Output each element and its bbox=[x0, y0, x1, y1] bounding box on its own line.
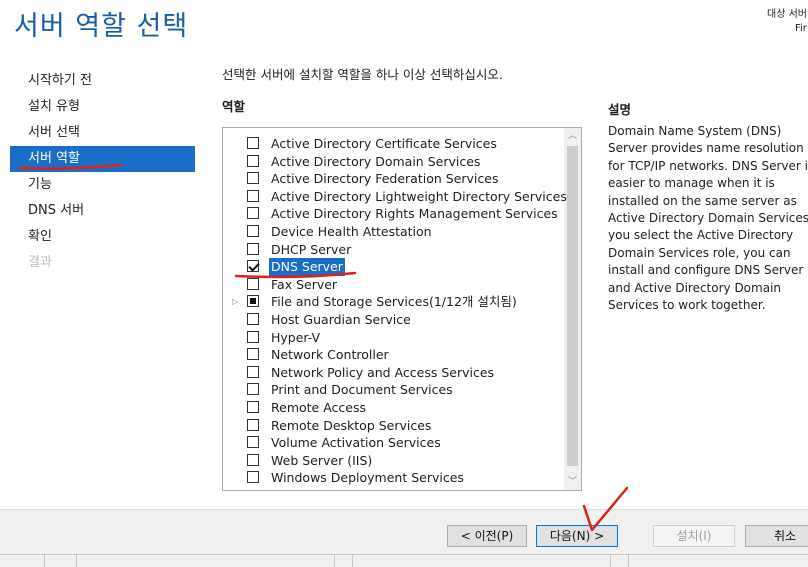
role-checkbox[interactable] bbox=[247, 418, 259, 431]
role-label[interactable]: Active Directory Federation Services bbox=[269, 170, 500, 188]
roles-list[interactable]: ︿ ﹀ Active Directory Certificate Service… bbox=[222, 127, 582, 491]
role-label[interactable]: Network Controller bbox=[269, 346, 391, 364]
roles-heading: 역할 bbox=[222, 99, 246, 114]
nav-item-0[interactable]: 시작하기 전 bbox=[10, 68, 195, 94]
description-heading: 설명 bbox=[608, 102, 632, 117]
nav-item-2[interactable]: 서버 선택 bbox=[10, 120, 195, 146]
scroll-down-arrow-icon[interactable]: ﹀ bbox=[564, 474, 581, 490]
role-checkbox[interactable] bbox=[247, 295, 259, 308]
nav-item-3[interactable]: 서버 역할 bbox=[10, 146, 195, 172]
role-label[interactable]: File and Storage Services(1/12개 설치됨) bbox=[269, 293, 519, 311]
role-label[interactable]: Web Server (IIS) bbox=[269, 452, 374, 470]
role-checkbox[interactable] bbox=[247, 207, 259, 220]
role-checkbox[interactable] bbox=[247, 277, 259, 290]
wizard-nav: 시작하기 전 설치 유형 서버 선택 서버 역할 기능 DNS 서버 확인결과 bbox=[10, 68, 195, 276]
expand-arrow-icon[interactable]: ▷ bbox=[232, 293, 240, 311]
role-checkbox[interactable] bbox=[247, 365, 259, 378]
role-label[interactable]: Print and Document Services bbox=[269, 381, 455, 399]
role-checkbox[interactable] bbox=[247, 154, 259, 167]
scroll-up-arrow-icon[interactable]: ︿ bbox=[564, 128, 581, 144]
role-checkbox[interactable] bbox=[247, 313, 259, 325]
role-label[interactable]: Remote Access bbox=[269, 399, 368, 417]
nav-item-6[interactable]: 확인 bbox=[10, 224, 195, 250]
nav-item-4[interactable]: 기능 bbox=[10, 172, 195, 198]
target-server-name: Fir bbox=[795, 23, 807, 34]
role-label[interactable]: Active Directory Domain Services bbox=[269, 153, 482, 171]
page-title: 서버 역할 선택 bbox=[14, 11, 189, 42]
role-checkbox[interactable] bbox=[247, 471, 259, 484]
description-line: Domain Name System (DNS) bbox=[608, 124, 782, 138]
target-server: 대상 서버 Fir bbox=[767, 8, 808, 36]
description-line: installed on the same server as bbox=[608, 193, 797, 208]
role-checkbox[interactable] bbox=[247, 189, 259, 202]
role-checkbox[interactable] bbox=[247, 137, 259, 149]
role-label[interactable]: Device Health Attestation bbox=[269, 223, 434, 241]
description-line: you select the Active Directory bbox=[608, 228, 794, 243]
role-label[interactable]: Fax Server bbox=[269, 276, 339, 294]
previous-button[interactable]: < 이전(P) bbox=[447, 525, 527, 547]
role-label[interactable]: Host Guardian Service bbox=[269, 311, 413, 329]
role-checkbox[interactable] bbox=[247, 401, 259, 413]
nav-item-7: 결과 bbox=[28, 255, 52, 270]
description-line: Services to work together. bbox=[608, 298, 766, 313]
target-server-label: 대상 서버 bbox=[767, 9, 807, 20]
description-line: Active Directory Domain Services. If bbox=[608, 211, 808, 226]
description-line: and Active Directory Domain bbox=[608, 280, 782, 295]
description-line: for TCP/IP networks. DNS Server is bbox=[608, 158, 808, 173]
role-label[interactable]: Active Directory Rights Management Servi… bbox=[269, 205, 560, 223]
nav-item-5[interactable]: DNS 서버 bbox=[10, 198, 195, 224]
role-checkbox[interactable] bbox=[247, 348, 259, 361]
role-label[interactable]: Hyper-V bbox=[269, 329, 322, 347]
install-button[interactable]: 설치(I) bbox=[653, 525, 735, 547]
role-label[interactable]: Remote Desktop Services bbox=[269, 417, 433, 435]
role-label[interactable]: DHCP Server bbox=[269, 241, 353, 259]
role-checkbox[interactable] bbox=[247, 383, 259, 396]
status-bar bbox=[0, 554, 808, 567]
role-label[interactable]: Active Directory Certificate Services bbox=[269, 135, 499, 153]
description-line: install and configure DNS Server bbox=[608, 263, 804, 278]
description-line: easier to manage when it is bbox=[608, 176, 775, 191]
role-checkbox[interactable] bbox=[247, 260, 259, 273]
roles-scrollbar[interactable]: ︿ ﹀ bbox=[564, 128, 581, 490]
instruction-text: 선택한 서버에 설치할 역할을 하나 이상 선택하십시오. bbox=[222, 67, 503, 82]
next-button[interactable]: 다음(N) > bbox=[536, 525, 618, 547]
cancel-button[interactable]: 취소 bbox=[745, 525, 808, 547]
role-checkbox[interactable] bbox=[247, 330, 259, 343]
role-label[interactable]: Network Policy and Access Services bbox=[269, 364, 496, 382]
role-label[interactable]: Volume Activation Services bbox=[269, 434, 443, 452]
role-label[interactable]: Windows Deployment Services bbox=[269, 469, 466, 487]
role-checkbox[interactable] bbox=[247, 453, 259, 466]
role-checkbox[interactable] bbox=[247, 242, 259, 255]
role-checkbox[interactable] bbox=[247, 172, 259, 185]
nav-item-1[interactable]: 설치 유형 bbox=[10, 94, 195, 120]
role-checkbox[interactable] bbox=[247, 436, 259, 449]
role-description: Domain Name System (DNS) Server provides … bbox=[608, 123, 808, 314]
role-label[interactable]: Active Directory Lightweight Directory S… bbox=[269, 188, 569, 206]
role-checkbox[interactable] bbox=[247, 225, 259, 237]
description-line: Server provides name resolution bbox=[608, 141, 804, 156]
role-label[interactable]: DNS Server bbox=[269, 258, 345, 276]
description-line: Domain Services role, you can bbox=[608, 245, 791, 260]
